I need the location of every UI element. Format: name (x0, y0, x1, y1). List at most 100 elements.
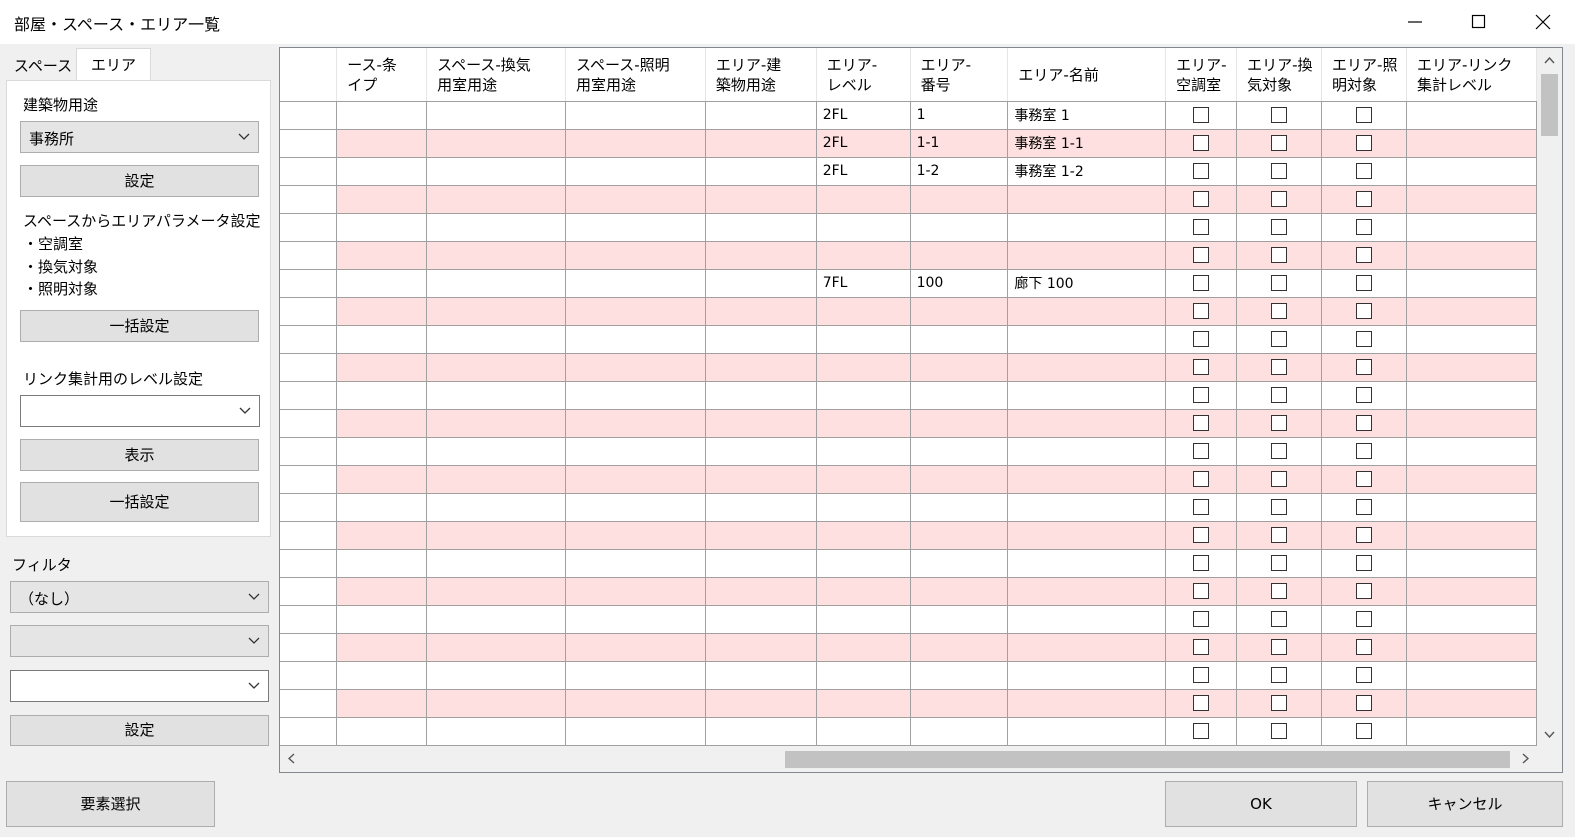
cell-area-number[interactable] (910, 605, 1009, 634)
cell-space-cond[interactable] (336, 157, 428, 186)
cell-area-ac[interactable] (1165, 185, 1238, 214)
cell-area-level[interactable] (816, 661, 911, 690)
area-light-checkbox[interactable] (1356, 527, 1373, 543)
cell-area-bldg[interactable] (705, 521, 817, 550)
cell-area-vent[interactable] (1236, 521, 1323, 550)
cell-area-vent[interactable] (1236, 325, 1323, 354)
cell-area-vent[interactable] (1236, 605, 1323, 634)
area-vent-checkbox[interactable] (1271, 471, 1288, 487)
cell-area-level[interactable]: 2FL (816, 101, 911, 130)
area-vent-checkbox[interactable] (1271, 555, 1288, 571)
cell-area-number[interactable] (910, 185, 1009, 214)
table-row[interactable] (280, 717, 1537, 746)
row-header[interactable] (280, 297, 338, 326)
cell-area-level[interactable] (816, 353, 911, 382)
area-light-checkbox[interactable] (1356, 247, 1373, 263)
area-ac-checkbox[interactable] (1193, 723, 1210, 739)
cell-area-name[interactable] (1007, 493, 1167, 522)
cell-area-link[interactable] (1406, 157, 1537, 186)
area-ac-checkbox[interactable] (1193, 275, 1210, 291)
cell-area-ac[interactable] (1165, 689, 1238, 718)
cell-space-light[interactable] (565, 381, 706, 410)
area-vent-checkbox[interactable] (1271, 611, 1288, 627)
cell-area-name[interactable] (1007, 465, 1167, 494)
cell-space-light[interactable] (565, 185, 706, 214)
area-vent-checkbox[interactable] (1271, 275, 1288, 291)
cell-area-light[interactable] (1321, 129, 1407, 158)
cell-area-level[interactable] (816, 437, 911, 466)
area-vent-checkbox[interactable] (1271, 639, 1288, 655)
area-ac-checkbox[interactable] (1193, 611, 1210, 627)
cell-area-ac[interactable] (1165, 241, 1238, 270)
cell-area-link[interactable] (1406, 381, 1537, 410)
table-row[interactable]: 2FL 1-1 事務室 1-1 (280, 129, 1537, 158)
cell-area-link[interactable] (1406, 185, 1537, 214)
area-ac-checkbox[interactable] (1193, 303, 1210, 319)
table-row[interactable] (280, 325, 1537, 354)
cell-area-ac[interactable] (1165, 521, 1238, 550)
row-header[interactable] (280, 185, 338, 214)
table-row[interactable] (280, 353, 1537, 382)
area-ac-checkbox[interactable] (1193, 107, 1210, 123)
cell-area-bldg[interactable] (705, 297, 817, 326)
cell-space-vent[interactable] (426, 605, 566, 634)
cell-space-light[interactable] (565, 661, 706, 690)
cell-area-number[interactable] (910, 661, 1009, 690)
cell-area-number[interactable] (910, 241, 1009, 270)
cell-area-ac[interactable] (1165, 325, 1238, 354)
cell-area-level[interactable] (816, 521, 911, 550)
horizontal-scrollbar[interactable] (280, 746, 1537, 772)
table-row[interactable] (280, 437, 1537, 466)
cell-area-level[interactable] (816, 689, 911, 718)
cell-area-name[interactable]: 事務室 1-1 (1007, 129, 1167, 158)
table-row[interactable] (280, 549, 1537, 578)
cell-area-link[interactable] (1406, 549, 1537, 578)
close-button[interactable] (1511, 0, 1575, 44)
cell-area-level[interactable] (816, 297, 911, 326)
cell-area-number[interactable] (910, 213, 1009, 242)
area-ac-checkbox[interactable] (1193, 163, 1210, 179)
column-header-area_bldg[interactable]: エリア-建 築物用途 (705, 48, 817, 102)
cell-space-vent[interactable] (426, 409, 566, 438)
cell-area-ac[interactable] (1165, 717, 1238, 746)
cell-area-number[interactable] (910, 549, 1009, 578)
column-header-area_light[interactable]: エリア-照 明対象 (1321, 48, 1407, 102)
cell-space-vent[interactable] (426, 157, 566, 186)
cell-space-light[interactable] (565, 213, 706, 242)
area-light-checkbox[interactable] (1356, 387, 1373, 403)
cell-area-bldg[interactable] (705, 185, 817, 214)
row-header[interactable] (280, 157, 338, 186)
cell-area-light[interactable] (1321, 661, 1407, 690)
cell-area-level[interactable] (816, 633, 911, 662)
cell-area-link[interactable] (1406, 465, 1537, 494)
cell-area-bldg[interactable] (705, 325, 817, 354)
cell-space-light[interactable] (565, 689, 706, 718)
cell-area-link[interactable] (1406, 633, 1537, 662)
column-header-space_vent[interactable]: スペース-換気 用室用途 (426, 48, 566, 102)
filter-select-1[interactable]: （なし） (10, 581, 269, 613)
area-light-checkbox[interactable] (1356, 611, 1373, 627)
row-header[interactable] (280, 353, 338, 382)
cell-area-ac[interactable] (1165, 297, 1238, 326)
cell-space-cond[interactable] (336, 129, 428, 158)
row-header[interactable] (280, 325, 338, 354)
scroll-down-icon[interactable] (1544, 731, 1555, 738)
cell-area-ac[interactable] (1165, 101, 1238, 130)
area-ac-checkbox[interactable] (1193, 695, 1210, 711)
cell-area-light[interactable] (1321, 577, 1407, 606)
cell-area-bldg[interactable] (705, 577, 817, 606)
area-light-checkbox[interactable] (1356, 471, 1373, 487)
building-use-set-button[interactable]: 設定 (20, 165, 259, 197)
cell-area-number[interactable] (910, 577, 1009, 606)
area-vent-checkbox[interactable] (1271, 135, 1288, 151)
cell-area-vent[interactable] (1236, 717, 1323, 746)
area-ac-checkbox[interactable] (1193, 219, 1210, 235)
area-vent-checkbox[interactable] (1271, 303, 1288, 319)
area-ac-checkbox[interactable] (1193, 499, 1210, 515)
cell-area-name[interactable] (1007, 605, 1167, 634)
row-header[interactable] (280, 605, 338, 634)
area-vent-checkbox[interactable] (1271, 499, 1288, 515)
cell-space-vent[interactable] (426, 633, 566, 662)
row-header[interactable] (280, 493, 338, 522)
cell-area-ac[interactable] (1165, 409, 1238, 438)
